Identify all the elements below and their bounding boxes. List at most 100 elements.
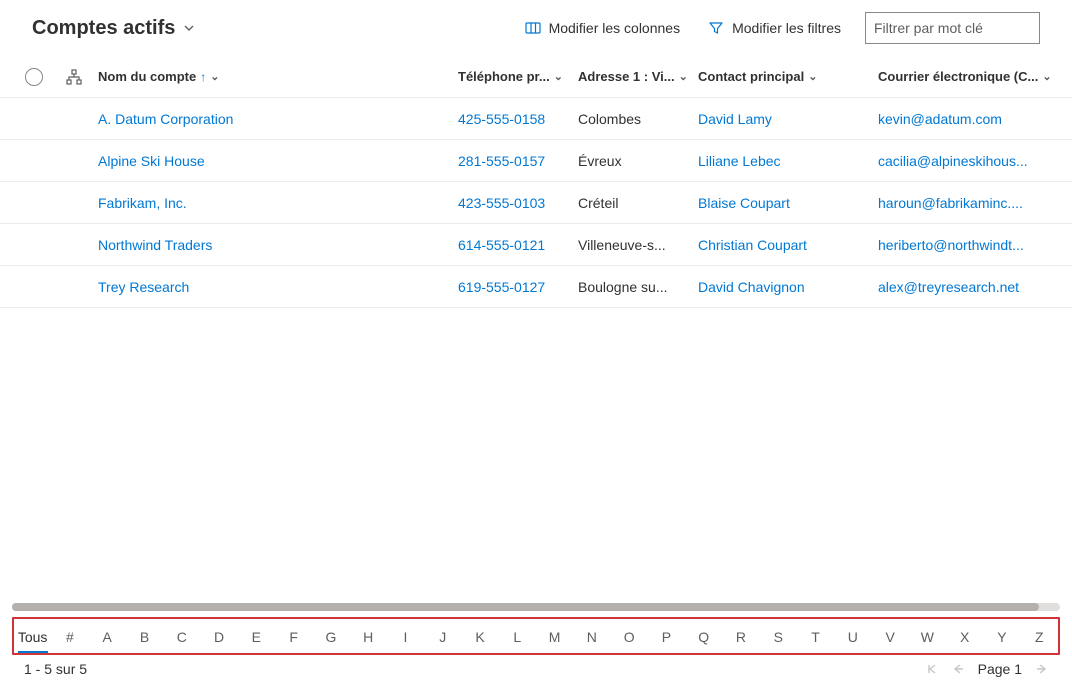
account-name-link[interactable]: Fabrikam, Inc. [98,195,187,211]
alpha-item[interactable]: B [126,621,163,651]
alpha-item-all[interactable]: Tous [14,621,51,651]
phone-link[interactable]: 423-555-0103 [458,195,545,211]
column-header-row: Nom du compte ↑ ⌄ Téléphone pr... ⌄ Adre… [0,56,1072,98]
alpha-item[interactable]: X [946,621,983,651]
alpha-item[interactable]: T [797,621,834,651]
view-title-text: Comptes actifs [32,17,175,40]
phone-link[interactable]: 281-555-0157 [458,153,545,169]
alpha-index-bar: Tous#ABCDEFGHIJKLMNOPQRSTUVWXYZ [14,621,1058,651]
city-text: Créteil [578,195,618,211]
phone-link[interactable]: 614-555-0121 [458,237,545,253]
account-name-link[interactable]: Alpine Ski House [98,153,205,169]
city-text: Villeneuve-s... [578,237,666,253]
alpha-index-highlight: Tous#ABCDEFGHIJKLMNOPQRSTUVWXYZ [12,617,1060,655]
alpha-item[interactable]: W [909,621,946,651]
arrow-right-icon [1036,663,1048,675]
alpha-item[interactable]: A [89,621,126,651]
alpha-item[interactable]: U [834,621,871,651]
table-row[interactable]: Trey Research 619-555-0127 Boulogne su... D… [0,266,1072,308]
alpha-item[interactable]: H [350,621,387,651]
chevron-down-icon [183,22,195,34]
phone-link[interactable]: 425-555-0158 [458,111,545,127]
chevron-down-icon: ⌄ [554,70,563,83]
columns-icon [525,20,541,36]
chevron-down-icon: ⌄ [1042,70,1051,83]
alpha-item[interactable]: E [238,621,275,651]
alpha-item[interactable]: R [722,621,759,651]
alpha-item[interactable]: L [499,621,536,651]
alpha-item[interactable]: D [200,621,237,651]
alpha-item[interactable]: P [648,621,685,651]
alpha-item[interactable]: I [387,621,424,651]
account-name-link[interactable]: Trey Research [98,279,189,295]
prev-page-button[interactable] [952,663,964,675]
alpha-item[interactable]: M [536,621,573,651]
column-header-contact-label: Contact principal [698,69,804,84]
keyword-filter-input[interactable] [865,12,1040,44]
alpha-item[interactable]: S [760,621,797,651]
alpha-item[interactable]: # [51,621,88,651]
alpha-item[interactable]: Z [1021,621,1058,651]
account-name-link[interactable]: Northwind Traders [98,237,212,253]
first-page-button[interactable] [926,663,938,675]
contact-link[interactable]: Christian Coupart [698,237,807,253]
email-link[interactable]: cacilia@alpineskihous... [878,153,1028,169]
email-link[interactable]: alex@treyresearch.net [878,279,1019,295]
column-header-phone[interactable]: Téléphone pr... ⌄ [458,69,578,84]
alpha-item[interactable]: K [461,621,498,651]
alpha-item[interactable]: J [424,621,461,651]
hierarchy-button[interactable] [50,69,98,85]
email-link[interactable]: haroun@fabrikaminc.... [878,195,1023,211]
email-link[interactable]: kevin@adatum.com [878,111,1002,127]
horizontal-scrollbar-thumb[interactable] [12,603,1039,611]
edit-columns-button[interactable]: Modifier les colonnes [521,14,685,42]
select-all-toggle[interactable] [18,68,50,86]
email-link[interactable]: heriberto@northwindt... [878,237,1024,253]
city-text: Évreux [578,153,622,169]
grid-body: A. Datum Corporation 425-555-0158 Colombes… [0,98,1072,603]
chevron-down-icon: ⌄ [679,70,688,83]
edit-columns-label: Modifier les colonnes [549,20,681,36]
edit-filters-button[interactable]: Modifier les filtres [704,14,845,42]
column-header-email[interactable]: Courrier électronique (C... ⌄ [878,69,1056,84]
phone-link[interactable]: 619-555-0127 [458,279,545,295]
contact-link[interactable]: David Chavignon [698,279,805,295]
alpha-item[interactable]: Q [685,621,722,651]
edit-filters-label: Modifier les filtres [732,20,841,36]
funnel-icon [708,20,724,36]
contact-link[interactable]: Blaise Coupart [698,195,790,211]
alpha-item[interactable]: V [871,621,908,651]
arrow-left-icon [952,663,964,675]
view-switcher[interactable]: Comptes actifs [32,17,195,40]
grid-footer: 1 - 5 sur 5 Page 1 [0,659,1072,687]
alpha-item[interactable]: N [573,621,610,651]
contact-link[interactable]: Liliane Lebec [698,153,781,169]
column-header-phone-label: Téléphone pr... [458,69,550,84]
sort-asc-icon: ↑ [200,70,206,84]
horizontal-scrollbar[interactable] [12,603,1060,611]
hierarchy-icon [66,69,82,85]
alpha-item[interactable]: G [312,621,349,651]
column-header-email-label: Courrier électronique (C... [878,69,1038,84]
table-row[interactable]: Northwind Traders 614-555-0121 Villeneuve-… [0,224,1072,266]
column-header-city-label: Adresse 1 : Vi... [578,69,675,84]
alpha-item[interactable]: F [275,621,312,651]
command-bar: Comptes actifs Modifier les colonnes Mod… [0,0,1072,56]
contact-link[interactable]: David Lamy [698,111,772,127]
column-header-city[interactable]: Adresse 1 : Vi... ⌄ [578,69,698,84]
alpha-item[interactable]: O [611,621,648,651]
chevron-down-icon: ⌄ [808,70,817,83]
page-label: Page 1 [978,661,1022,677]
column-header-name[interactable]: Nom du compte ↑ ⌄ [98,69,458,84]
alpha-item[interactable]: Y [983,621,1020,651]
next-page-button[interactable] [1036,663,1048,675]
account-name-link[interactable]: A. Datum Corporation [98,111,233,127]
table-row[interactable]: Fabrikam, Inc. 423-555-0103 Créteil Blaise … [0,182,1072,224]
city-text: Colombes [578,111,641,127]
table-row[interactable]: A. Datum Corporation 425-555-0158 Colombes… [0,98,1072,140]
column-header-contact[interactable]: Contact principal ⌄ [698,69,878,84]
alpha-item[interactable]: C [163,621,200,651]
table-row[interactable]: Alpine Ski House 281-555-0157 Évreux Lilian… [0,140,1072,182]
city-text: Boulogne su... [578,279,668,295]
column-header-name-label: Nom du compte [98,69,196,84]
